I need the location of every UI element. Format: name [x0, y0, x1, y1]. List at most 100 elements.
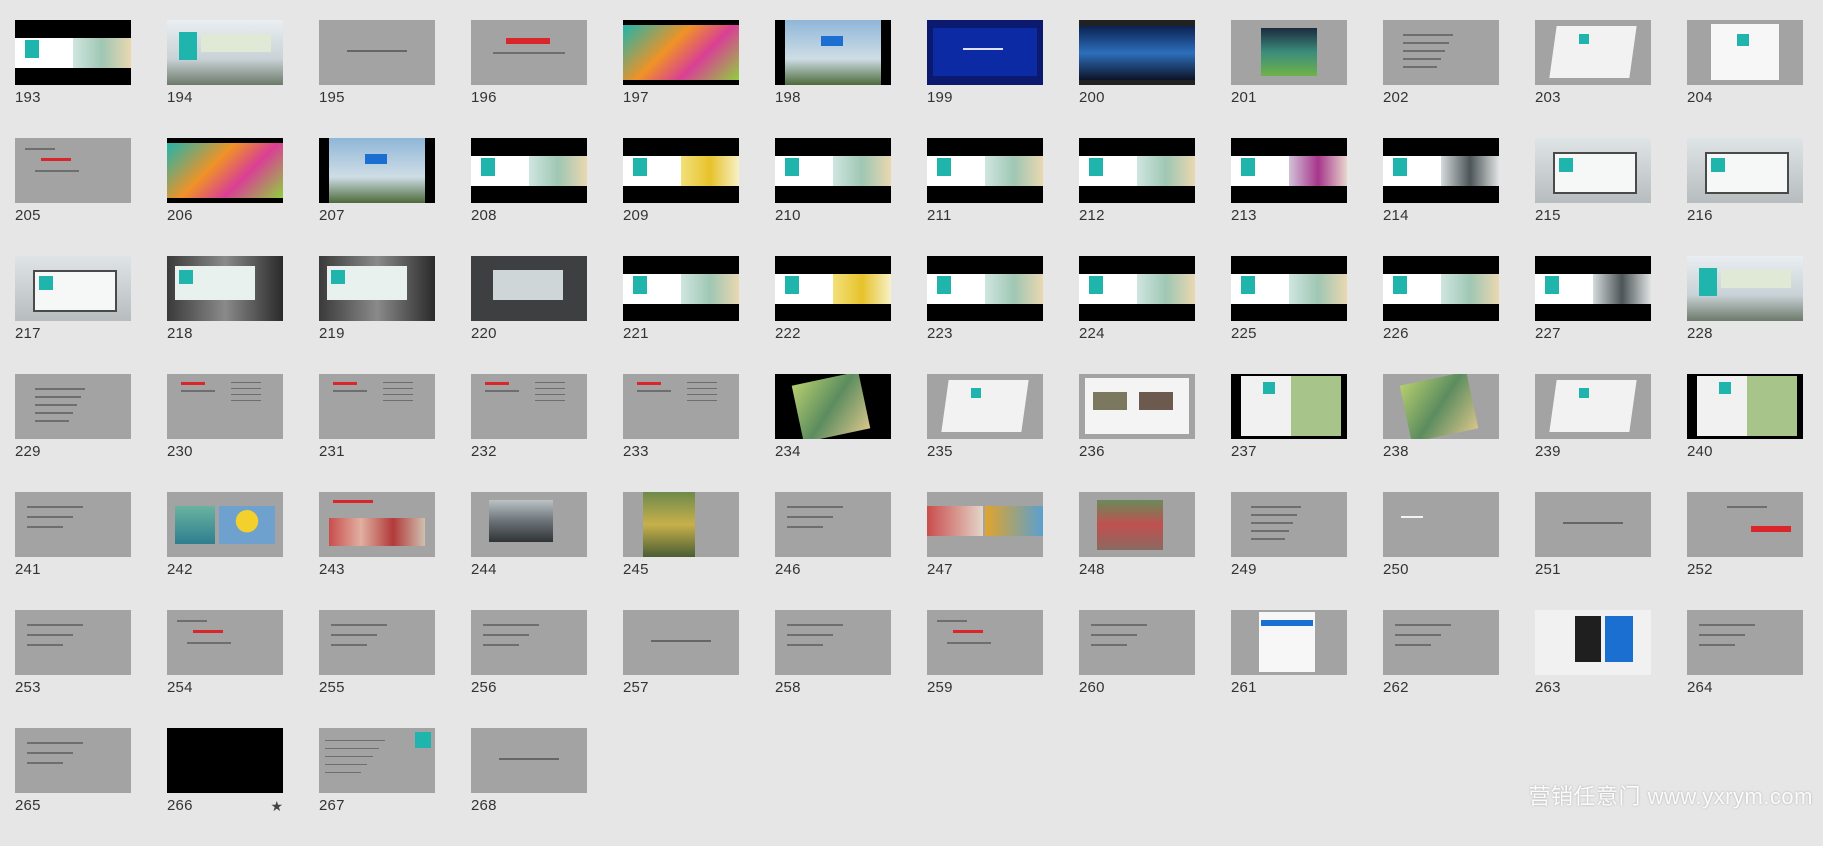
slide-thumbnail[interactable] [927, 492, 1043, 557]
slide-thumbnail[interactable] [471, 20, 587, 85]
slide-cell[interactable]: 232 [471, 374, 587, 492]
slide-cell[interactable]: 250 [1383, 492, 1499, 610]
slide-thumbnail[interactable] [1535, 138, 1651, 203]
slide-cell[interactable]: 217 [15, 256, 131, 374]
slide-thumbnail[interactable] [1535, 374, 1651, 439]
slide-cell[interactable]: 265 [15, 728, 131, 846]
slide-thumbnail[interactable] [15, 256, 131, 321]
slide-cell[interactable]: 240 [1687, 374, 1803, 492]
slide-cell[interactable]: 214 [1383, 138, 1499, 256]
slide-thumbnail[interactable] [927, 374, 1043, 439]
slide-thumbnail[interactable] [319, 20, 435, 85]
slide-cell[interactable]: 245 [623, 492, 739, 610]
slide-cell[interactable]: 224 [1079, 256, 1195, 374]
slide-cell[interactable]: 253 [15, 610, 131, 728]
slide-thumbnail[interactable] [1079, 20, 1195, 85]
slide-cell[interactable]: 242 [167, 492, 283, 610]
slide-thumbnail[interactable] [623, 492, 739, 557]
slide-thumbnail[interactable] [471, 728, 587, 793]
slide-thumbnail[interactable] [471, 374, 587, 439]
slide-thumbnail[interactable] [1535, 256, 1651, 321]
slide-thumbnail[interactable] [775, 138, 891, 203]
slide-cell[interactable]: 208 [471, 138, 587, 256]
slide-cell[interactable]: 264 [1687, 610, 1803, 728]
slide-thumbnail[interactable] [927, 610, 1043, 675]
slide-cell[interactable]: 258 [775, 610, 891, 728]
slide-thumbnail[interactable] [319, 728, 435, 793]
slide-cell[interactable]: 262 [1383, 610, 1499, 728]
slide-thumbnail[interactable] [15, 610, 131, 675]
slide-thumbnail[interactable] [1231, 492, 1347, 557]
slide-cell[interactable]: 220 [471, 256, 587, 374]
slide-cell[interactable]: 231 [319, 374, 435, 492]
slide-cell[interactable]: 254 [167, 610, 283, 728]
slide-thumbnail[interactable] [1079, 256, 1195, 321]
slide-cell[interactable]: 248 [1079, 492, 1195, 610]
slide-thumbnail[interactable] [471, 610, 587, 675]
slide-thumbnail[interactable] [927, 138, 1043, 203]
slide-cell[interactable]: 198 [775, 20, 891, 138]
slide-thumbnail[interactable] [775, 256, 891, 321]
slide-cell[interactable]: 226 [1383, 256, 1499, 374]
slide-thumbnail[interactable] [1079, 138, 1195, 203]
slide-cell[interactable]: 228 [1687, 256, 1803, 374]
slide-thumbnail[interactable] [927, 20, 1043, 85]
slide-cell[interactable]: 259 [927, 610, 1043, 728]
slide-cell[interactable]: 238 [1383, 374, 1499, 492]
slide-cell[interactable]: 266★ [167, 728, 283, 846]
slide-thumbnail[interactable] [471, 492, 587, 557]
slide-cell[interactable]: 193 [15, 20, 131, 138]
slide-thumbnail[interactable] [775, 610, 891, 675]
slide-cell[interactable]: 202 [1383, 20, 1499, 138]
slide-thumbnail[interactable] [1079, 492, 1195, 557]
slide-cell[interactable]: 236 [1079, 374, 1195, 492]
slide-thumbnail[interactable] [319, 610, 435, 675]
slide-cell[interactable]: 196 [471, 20, 587, 138]
slide-thumbnail[interactable] [319, 256, 435, 321]
slide-thumbnail[interactable] [775, 492, 891, 557]
slide-cell[interactable]: 203 [1535, 20, 1651, 138]
slide-cell[interactable]: 199 [927, 20, 1043, 138]
slide-cell[interactable]: 251 [1535, 492, 1651, 610]
slide-cell[interactable]: 230 [167, 374, 283, 492]
slide-thumbnail[interactable] [1079, 374, 1195, 439]
slide-cell[interactable]: 229 [15, 374, 131, 492]
slide-cell[interactable]: 256 [471, 610, 587, 728]
slide-thumbnail[interactable] [1383, 610, 1499, 675]
slide-cell[interactable]: 261 [1231, 610, 1347, 728]
slide-thumbnail[interactable] [471, 138, 587, 203]
slide-thumbnail[interactable] [623, 138, 739, 203]
slide-thumbnail[interactable] [167, 20, 283, 85]
slide-thumbnail[interactable] [1231, 374, 1347, 439]
slide-thumbnail[interactable] [167, 610, 283, 675]
slide-thumbnail[interactable] [15, 492, 131, 557]
slide-cell[interactable]: 225 [1231, 256, 1347, 374]
slide-cell[interactable]: 241 [15, 492, 131, 610]
slide-thumbnail[interactable] [15, 728, 131, 793]
slide-thumbnail[interactable] [1687, 256, 1803, 321]
slide-thumbnail[interactable] [927, 256, 1043, 321]
slide-thumbnail[interactable] [1687, 20, 1803, 85]
slide-thumbnail[interactable] [1687, 138, 1803, 203]
slide-cell[interactable]: 197 [623, 20, 739, 138]
slide-cell[interactable]: 201 [1231, 20, 1347, 138]
slide-cell[interactable]: 200 [1079, 20, 1195, 138]
slide-cell[interactable]: 207 [319, 138, 435, 256]
slide-thumbnail[interactable] [1231, 610, 1347, 675]
slide-cell[interactable]: 211 [927, 138, 1043, 256]
slide-cell[interactable]: 247 [927, 492, 1043, 610]
slide-cell[interactable]: 221 [623, 256, 739, 374]
slide-thumbnail[interactable] [1231, 20, 1347, 85]
slide-cell[interactable]: 267 [319, 728, 435, 846]
slide-thumbnail[interactable] [1383, 138, 1499, 203]
slide-thumbnail[interactable] [1535, 20, 1651, 85]
slide-thumbnail[interactable] [319, 492, 435, 557]
slide-thumbnail[interactable] [1687, 374, 1803, 439]
slide-cell[interactable]: 243 [319, 492, 435, 610]
slide-thumbnail[interactable] [167, 256, 283, 321]
slide-thumbnail[interactable] [1383, 20, 1499, 85]
slide-cell[interactable]: 219 [319, 256, 435, 374]
slide-cell[interactable]: 237 [1231, 374, 1347, 492]
slide-thumbnail[interactable] [167, 492, 283, 557]
slide-thumbnail[interactable] [1383, 492, 1499, 557]
